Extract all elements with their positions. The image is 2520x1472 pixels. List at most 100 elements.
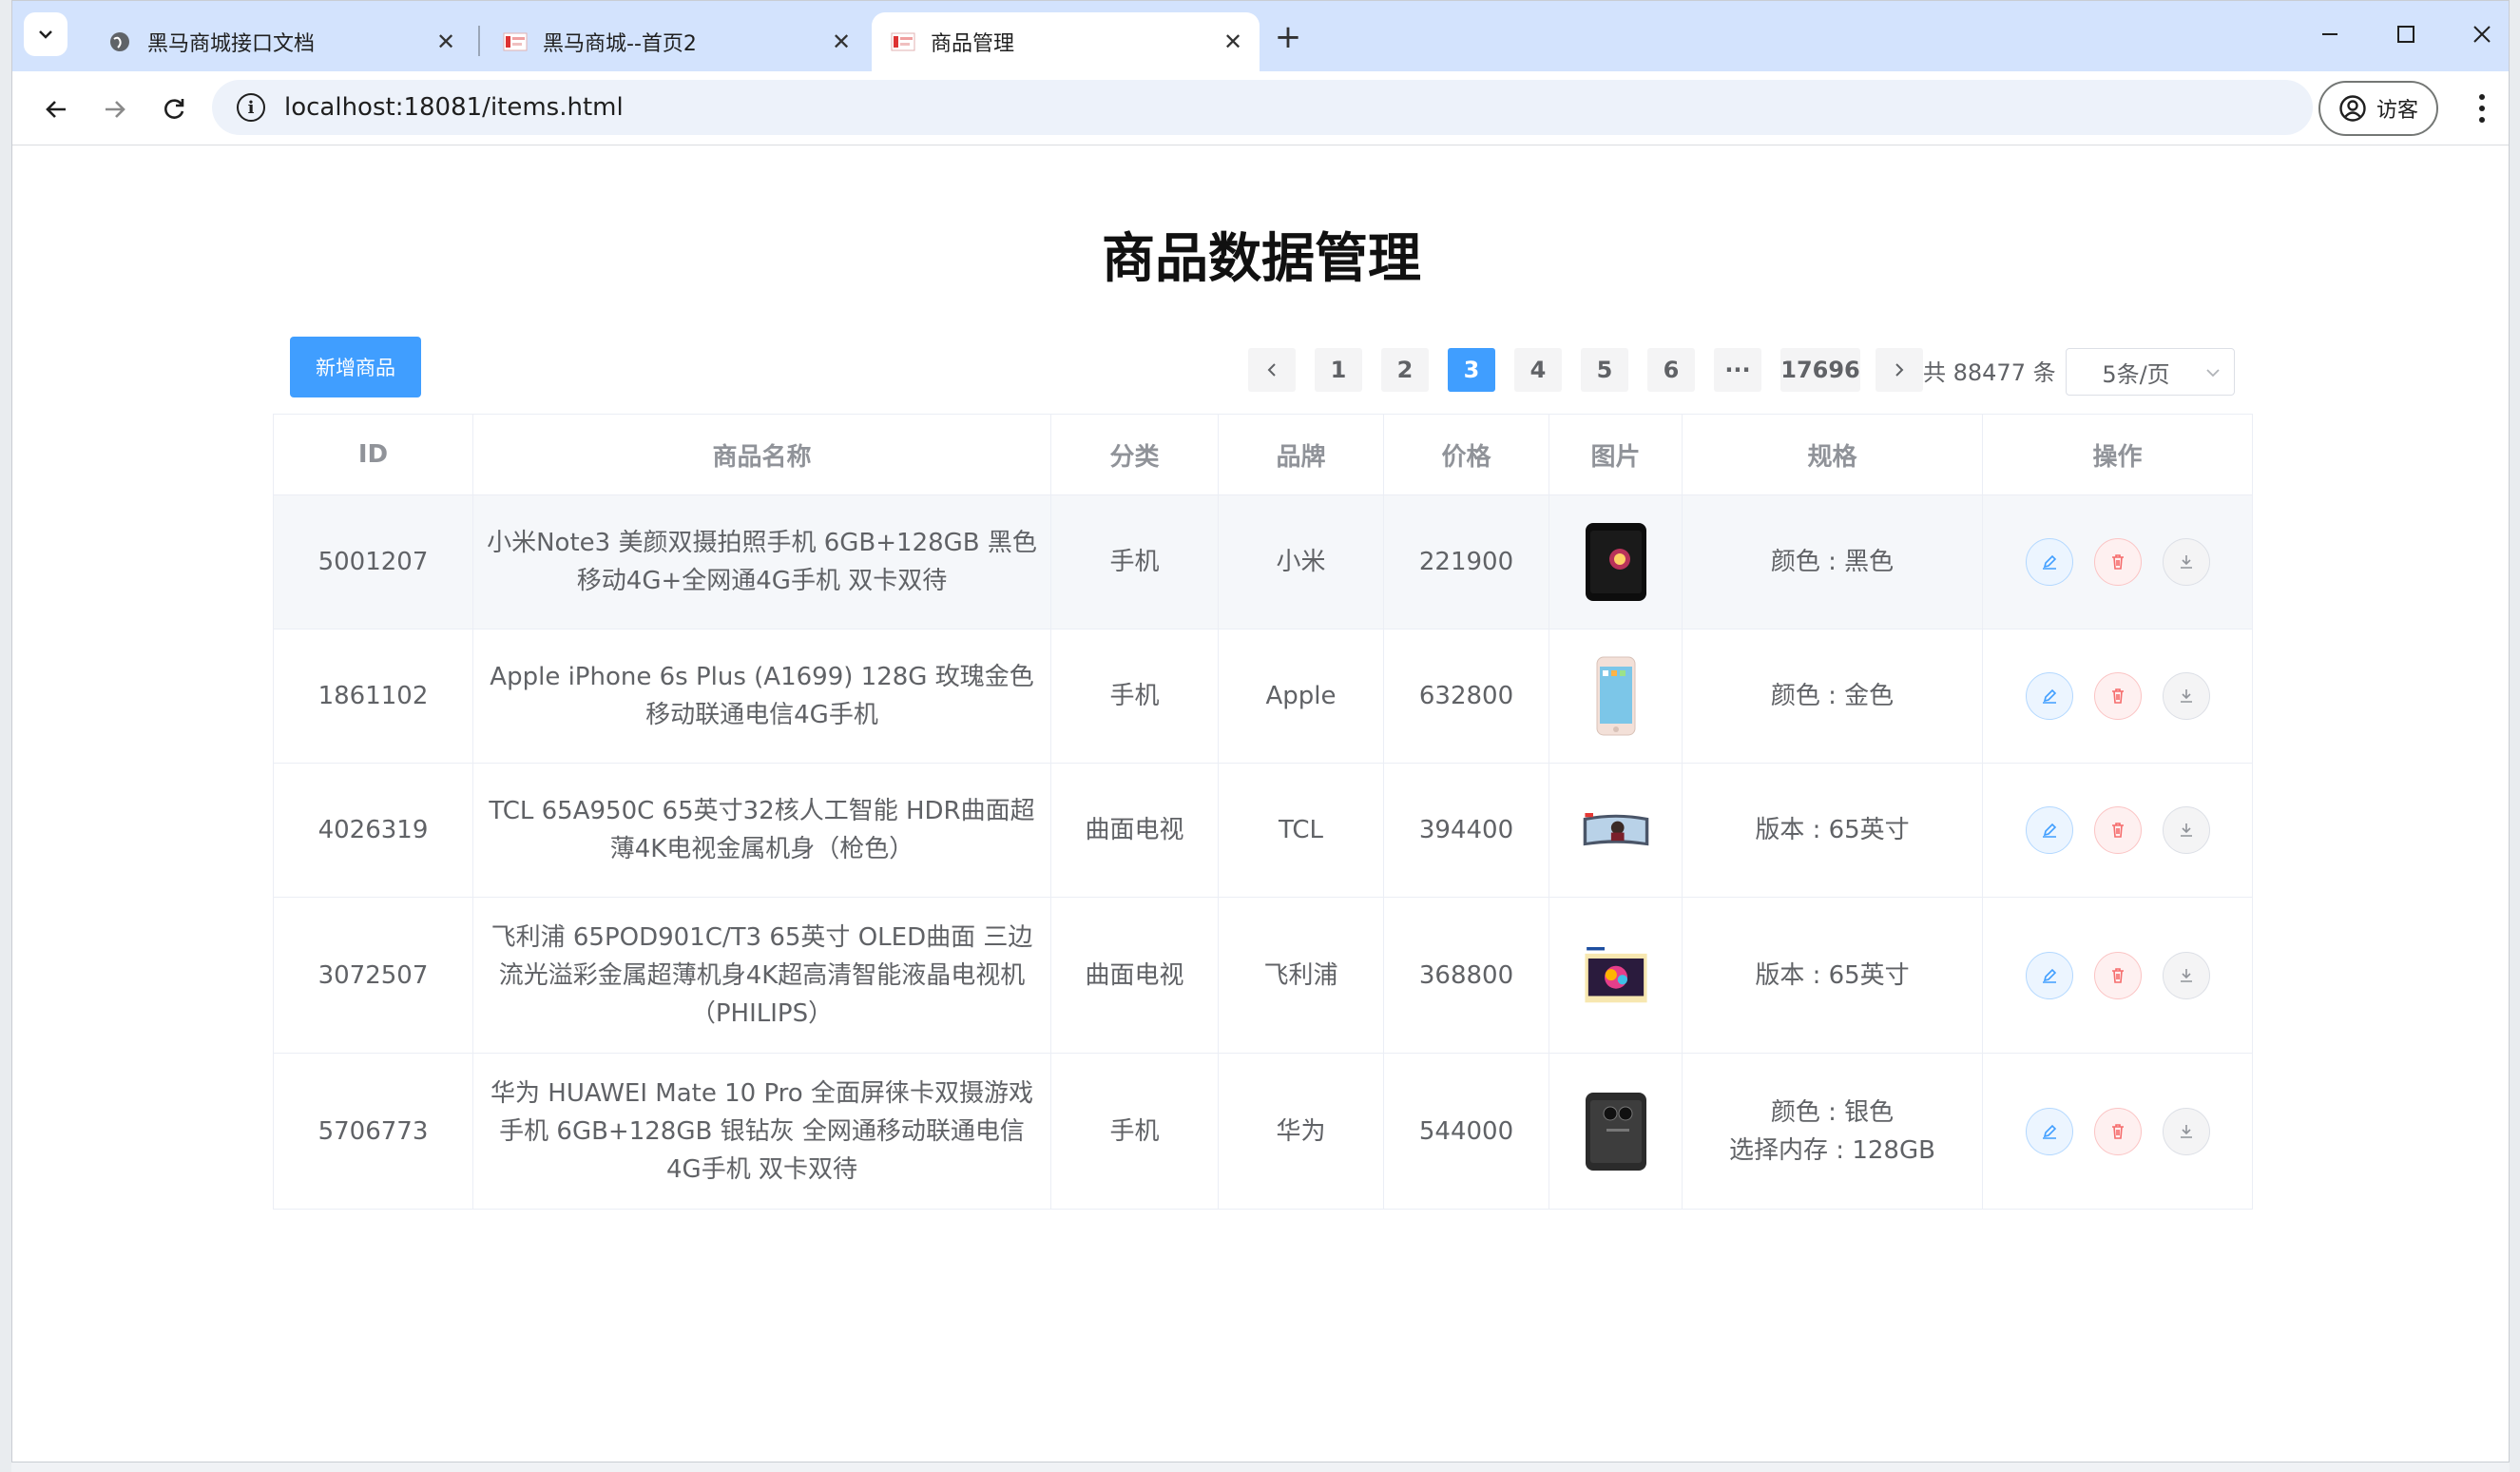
cell-price: 394400 (1383, 763, 1549, 898)
pagination-prev-button[interactable] (1248, 348, 1296, 392)
edit-button[interactable] (2025, 806, 2073, 854)
minimize-button[interactable] (2301, 12, 2358, 56)
site-favicon-icon (503, 29, 528, 54)
chevron-down-icon (39, 30, 52, 39)
edit-button[interactable] (2025, 672, 2073, 720)
edit-icon (2042, 1124, 2056, 1139)
table-row: 4026319 TCL 65A950C 65英寸32核人工智能 HDR曲面超薄4… (273, 763, 2253, 898)
pagination-page-last[interactable]: 17696 (1780, 348, 1860, 392)
edit-button[interactable] (2025, 538, 2073, 586)
delete-button[interactable] (2093, 672, 2142, 720)
delete-button[interactable] (2093, 1107, 2142, 1155)
column-header-id: ID (273, 414, 473, 495)
trash-icon (2111, 688, 2124, 704)
pagination-more-button[interactable]: ··· (1714, 348, 1761, 392)
edit-button[interactable] (2025, 1107, 2073, 1155)
cell-spec: 版本 : 65英寸 (1682, 897, 1983, 1054)
cell-image (1549, 897, 1683, 1054)
chevron-down-icon (2205, 362, 2234, 382)
cell-category: 手机 (1050, 629, 1219, 764)
pagination-page-3-current[interactable]: 3 (1448, 348, 1495, 392)
arrow-right-icon (106, 101, 125, 118)
download-button[interactable] (2162, 806, 2210, 854)
download-button[interactable] (2162, 538, 2210, 586)
cell-actions (1982, 629, 2253, 764)
column-header-actions: 操作 (1982, 414, 2253, 495)
product-image-gold-iphone (1596, 656, 1635, 736)
page-size-select[interactable]: 5条/页 (2066, 348, 2235, 396)
profile-button[interactable]: 访客 (2318, 81, 2438, 136)
cell-price: 544000 (1383, 1053, 1549, 1210)
column-header-price: 价格 (1383, 414, 1549, 495)
window-close-button[interactable] (2453, 12, 2509, 56)
cell-actions (1982, 1053, 2253, 1210)
new-tab-button[interactable]: + (1267, 16, 1309, 58)
cell-spec: 颜色 : 银色 选择内存 : 128GB (1682, 1053, 1983, 1210)
cell-name: 小米Note3 美颜双摄拍照手机 6GB+128GB 黑色 移动4G+全网通4G… (472, 494, 1051, 629)
reload-icon (164, 99, 184, 119)
pagination-next-button[interactable] (1876, 348, 1923, 392)
cell-category: 手机 (1050, 1053, 1219, 1210)
cell-id: 3072507 (273, 897, 473, 1054)
tab-product-management[interactable]: 商品管理 ✕ (872, 12, 1260, 71)
download-button[interactable] (2162, 672, 2210, 720)
edit-button[interactable] (2025, 951, 2073, 999)
tab-title: 商品管理 (931, 32, 1015, 56)
page-size-value: 5条/页 (2102, 360, 2170, 388)
cell-id: 1861102 (273, 629, 473, 764)
cell-spec: 版本 : 65英寸 (1682, 763, 1983, 898)
edit-icon (2042, 823, 2056, 838)
reload-button[interactable] (151, 87, 197, 132)
spec-line: 版本 : 65英寸 (1755, 960, 1910, 990)
pagination-page-4[interactable]: 4 (1514, 348, 1562, 392)
cell-actions (1982, 897, 2253, 1054)
site-info-icon[interactable]: i (237, 93, 265, 122)
delete-button[interactable] (2093, 806, 2142, 854)
maximize-button[interactable] (2377, 12, 2434, 56)
back-button[interactable] (33, 87, 79, 132)
column-header-image: 图片 (1549, 414, 1683, 495)
pagination-page-6[interactable]: 6 (1647, 348, 1695, 392)
tab-search-button[interactable] (24, 12, 67, 56)
product-image-black-phone (1585, 523, 1646, 601)
close-icon (2473, 26, 2491, 43)
tab-homepage[interactable]: 黑马商城--首页2 ✕ (484, 12, 868, 71)
table-row: 1861102 Apple iPhone 6s Plus (A1699) 128… (273, 629, 2253, 764)
cell-category: 曲面电视 (1050, 763, 1219, 898)
desktop-background-left (0, 0, 11, 1472)
page-title: 商品数据管理 (1102, 228, 1421, 290)
spec-line: 颜色 : 黑色 (1770, 548, 1895, 576)
cell-price: 221900 (1383, 494, 1549, 629)
column-header-category: 分类 (1050, 414, 1219, 495)
close-icon[interactable]: ✕ (429, 25, 463, 59)
pagination-page-5[interactable]: 5 (1581, 348, 1628, 392)
address-bar[interactable]: i localhost:18081/items.html (212, 80, 2313, 135)
profile-label: 访客 (2376, 99, 2418, 123)
chevron-right-icon (1895, 363, 1904, 377)
cell-actions (1982, 763, 2253, 898)
table-row: 5001207 小米Note3 美颜双摄拍照手机 6GB+128GB 黑色 移动… (273, 494, 2253, 629)
table-row: 5706773 华为 HUAWEI Mate 10 Pro 全面屏徕卡双摄游戏手… (273, 1053, 2253, 1210)
pagination-page-2[interactable]: 2 (1381, 348, 1429, 392)
download-button[interactable] (2162, 1107, 2210, 1155)
cell-category: 手机 (1050, 494, 1219, 629)
add-product-button[interactable]: 新增商品 (290, 337, 421, 397)
pagination-page-1[interactable]: 1 (1315, 348, 1362, 392)
tab-separator (478, 26, 480, 56)
forward-button[interactable] (92, 87, 138, 132)
tab-api-docs[interactable]: 黑马商城接口文档 ✕ (88, 12, 472, 71)
browser-menu-icon[interactable] (2471, 87, 2493, 130)
delete-button[interactable] (2093, 951, 2142, 999)
trash-icon (2111, 1123, 2124, 1139)
cell-image (1549, 1053, 1683, 1210)
trash-icon (2111, 967, 2124, 983)
delete-button[interactable] (2093, 538, 2142, 586)
cell-brand: Apple (1218, 629, 1384, 764)
close-icon[interactable]: ✕ (1216, 25, 1250, 59)
download-button[interactable] (2162, 951, 2210, 999)
cell-name: Apple iPhone 6s Plus (A1699) 128G 玫瑰金色 移… (472, 629, 1051, 764)
trash-icon (2111, 554, 2124, 570)
trash-icon (2111, 823, 2124, 838)
cell-id: 4026319 (273, 763, 473, 898)
close-icon[interactable]: ✕ (824, 25, 858, 59)
